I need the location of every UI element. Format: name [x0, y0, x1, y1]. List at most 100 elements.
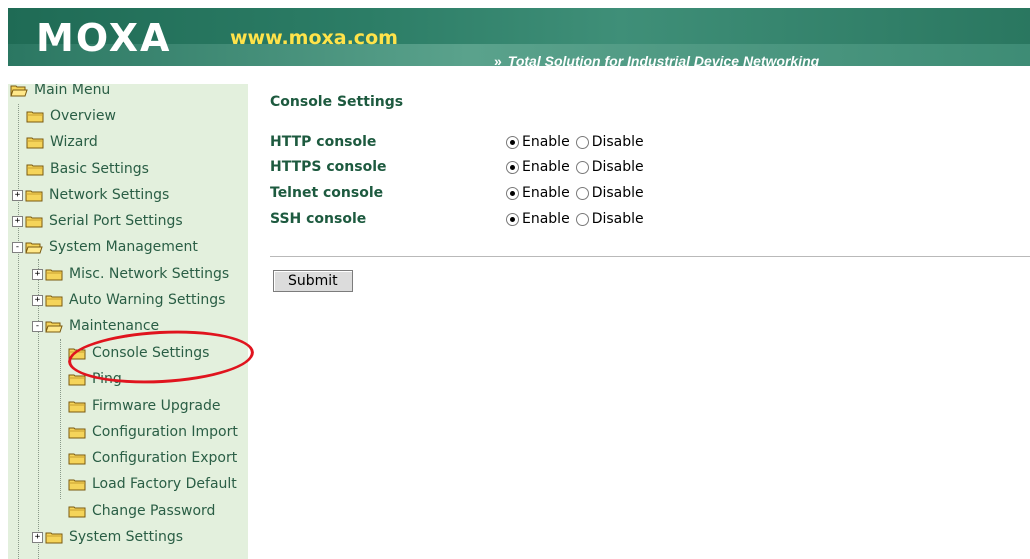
enable-label: Enable [522, 211, 570, 227]
sidebar-item-load-factory-default[interactable]: Load Factory Default [68, 473, 237, 495]
radio-button-selected[interactable] [506, 135, 519, 149]
collapse-icon[interactable]: - [12, 241, 23, 253]
sidebar-item-label: System Settings [69, 529, 184, 545]
sidebar-item-overview[interactable]: Overview [26, 105, 116, 127]
sidebar-item-serial-port-settings[interactable]: + Serial Port Settings [12, 210, 183, 232]
collapse-icon[interactable]: - [32, 320, 43, 332]
radio-button[interactable] [575, 212, 589, 226]
expand-icon[interactable]: + [32, 294, 43, 306]
sidebar-item-label: Load Factory Default [92, 476, 237, 492]
sidebar-item-system-management[interactable]: - System Management [12, 236, 198, 258]
sidebar-item-label: Configuration Import [92, 424, 238, 440]
folder-icon [26, 163, 44, 176]
enable-radio-option[interactable]: Enable [506, 159, 570, 175]
sidebar-item-change-password[interactable]: Change Password [68, 500, 215, 522]
radio-button[interactable] [575, 186, 589, 200]
tagline: » Total Solution for Industrial Device Ne… [494, 53, 819, 69]
open-folder-icon [10, 84, 28, 97]
folder-icon [26, 136, 44, 149]
disable-radio-option[interactable]: Disable [575, 185, 644, 201]
sidebar-item-label: Wizard [50, 134, 98, 150]
radio-button[interactable] [575, 135, 589, 149]
expand-icon[interactable]: + [12, 189, 23, 201]
sidebar-item-network-settings[interactable]: + Network Settings [12, 184, 169, 206]
sidebar-item-system-settings[interactable]: + System Settings [32, 526, 183, 548]
folder-icon [45, 531, 63, 544]
folder-icon [45, 268, 63, 281]
sidebar-item-label: Console Settings [92, 345, 210, 361]
submit-button[interactable]: Submit [273, 270, 353, 292]
folder-icon [68, 478, 86, 491]
enable-radio-option[interactable]: Enable [506, 211, 570, 227]
sidebar-item-maintenance[interactable]: - Maintenance [32, 315, 159, 337]
enable-label: Enable [522, 185, 570, 201]
sidebar-item-label: Basic Settings [50, 161, 149, 177]
sidebar-item-label: Maintenance [69, 318, 160, 334]
setting-row-http: HTTP console Enable Disable [270, 132, 650, 152]
setting-label: Telnet console [270, 185, 384, 201]
sidebar-item-configuration-import[interactable]: Configuration Import [68, 421, 238, 443]
double-chevron-icon: » [494, 53, 502, 69]
disable-label: Disable [591, 211, 644, 227]
page-title: Console Settings [270, 94, 404, 110]
sidebar-item-configuration-export[interactable]: Configuration Export [68, 447, 237, 469]
radio-button-selected[interactable] [506, 186, 519, 200]
setting-row-ssh: SSH console Enable Disable [270, 209, 650, 229]
folder-icon [68, 505, 86, 518]
tagline-text: Total Solution for Industrial Device Net… [507, 53, 820, 69]
sidebar-item-label: Serial Port Settings [49, 213, 183, 229]
folder-icon [25, 215, 43, 228]
sidebar-item-misc-network-settings[interactable]: + Misc. Network Settings [32, 263, 229, 285]
sidebar-item-label: Change Password [92, 503, 216, 519]
sidebar-item-firmware-upgrade[interactable]: Firmware Upgrade [68, 395, 220, 417]
radio-button[interactable] [575, 160, 589, 174]
folder-icon [25, 189, 43, 202]
folder-icon [45, 294, 63, 307]
sidebar-item-ping[interactable]: Ping [68, 368, 122, 390]
open-folder-icon [45, 320, 63, 333]
sidebar-item-wizard[interactable]: Wizard [26, 131, 98, 153]
sidebar-item-auto-warning-settings[interactable]: + Auto Warning Settings [32, 289, 225, 311]
setting-label: HTTPS console [270, 159, 387, 175]
sidebar-item-console-settings[interactable]: Console Settings [68, 342, 209, 364]
enable-label: Enable [522, 159, 570, 175]
disable-label: Disable [591, 185, 644, 201]
expand-icon[interactable]: + [32, 531, 43, 543]
sidebar-item-label: Overview [50, 108, 116, 124]
folder-icon [26, 110, 44, 123]
sidebar-item-label: Main Menu [34, 84, 111, 98]
folder-icon [68, 373, 86, 386]
enable-radio-option[interactable]: Enable [506, 134, 570, 150]
sidebar-item-label: Firmware Upgrade [92, 398, 221, 414]
setting-row-telnet: Telnet console Enable Disable [270, 183, 650, 203]
sidebar-item-label: Auto Warning Settings [69, 292, 226, 308]
folder-icon [68, 426, 86, 439]
enable-label: Enable [522, 134, 570, 150]
disable-label: Disable [591, 159, 644, 175]
tree-line [18, 104, 19, 559]
radio-button-selected[interactable] [506, 160, 519, 174]
sidebar-item-label: Misc. Network Settings [69, 266, 230, 282]
sidebar-item-main-menu[interactable]: Main Menu [10, 84, 110, 101]
moxa-logo: MOXA [36, 16, 172, 60]
divider [270, 256, 1030, 257]
disable-radio-option[interactable]: Disable [575, 211, 644, 227]
disable-radio-option[interactable]: Disable [575, 134, 644, 150]
sidebar-item-basic-settings[interactable]: Basic Settings [26, 158, 149, 180]
disable-radio-option[interactable]: Disable [575, 159, 644, 175]
folder-icon [68, 400, 86, 413]
site-url[interactable]: www.moxa.com [230, 26, 398, 50]
expand-icon[interactable]: + [32, 268, 43, 280]
main-content: Console Settings HTTP console Enable Dis… [248, 84, 1030, 559]
setting-label: SSH console [270, 211, 367, 227]
setting-row-https: HTTPS console Enable Disable [270, 157, 650, 177]
open-folder-icon [25, 241, 43, 254]
folder-icon [68, 347, 86, 360]
radio-button-selected[interactable] [506, 212, 519, 226]
setting-label: HTTP console [270, 134, 377, 150]
expand-icon[interactable]: + [12, 215, 23, 227]
disable-label: Disable [591, 134, 644, 150]
sidebar-item-label: System Management [49, 239, 198, 255]
enable-radio-option[interactable]: Enable [506, 185, 570, 201]
tree-line [60, 339, 61, 499]
